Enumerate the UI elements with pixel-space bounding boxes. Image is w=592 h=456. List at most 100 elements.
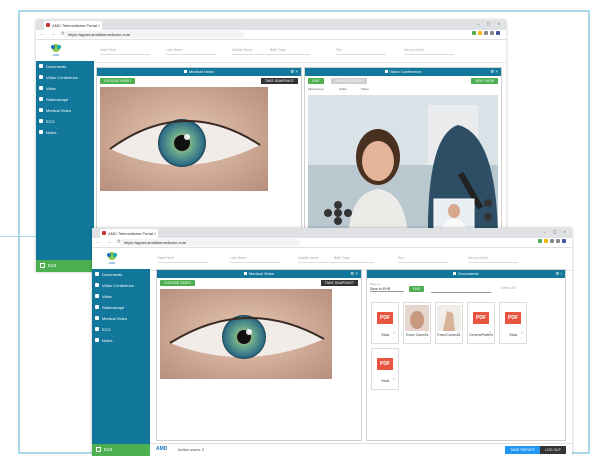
header-field-4[interactable]: Birth Date: [334, 256, 374, 263]
ecg-icon: [95, 327, 99, 331]
medical-video-icon: [39, 108, 43, 112]
panel-title: Medical Video ⚙ ×: [97, 68, 301, 76]
document-item[interactable]: PDF GeneralPattern ✓: [467, 302, 495, 344]
conference-video-feed: [308, 95, 498, 245]
save-to-select[interactable]: Save to EHR: [370, 287, 404, 292]
address-bar: ← → ⟳ https://agnet.amdtelemedicine.com: [92, 238, 572, 248]
document-item[interactable]: PDF Vitals ✓: [499, 302, 527, 344]
header-field-1[interactable]: Date Field: [100, 48, 150, 55]
video-icon: [39, 75, 43, 79]
file-button[interactable]: FILE: [409, 286, 425, 292]
sidebar-item-documents[interactable]: Documents: [36, 61, 94, 72]
favicon-icon: [102, 231, 106, 235]
panel-controls-icon[interactable]: ⚙ ×: [490, 68, 498, 76]
vitals-icon: [95, 294, 99, 298]
window-controls[interactable]: – ▢ ×: [477, 21, 503, 26]
document-item[interactable]: PDF Vitals ✓: [371, 302, 399, 344]
sidebar-item-vitals[interactable]: Vitals: [92, 291, 150, 302]
sidebar-item-vitals[interactable]: Vitals: [36, 83, 94, 94]
toggle-video[interactable]: Video: [361, 87, 369, 91]
sidebar-item-medical-video[interactable]: Medical Video: [92, 313, 150, 324]
footer-logo: AMD: [156, 446, 168, 452]
sidebar-item-documents[interactable]: Documents: [92, 269, 150, 280]
window-controls[interactable]: – ▢ ×: [543, 229, 569, 234]
toggle-audio[interactable]: Audio: [339, 87, 347, 91]
ecg-icon: [39, 119, 43, 123]
panel-controls-icon[interactable]: ⚙ ×: [350, 270, 358, 278]
take-snapshot-button[interactable]: TAKE SNAPSHOT: [260, 78, 298, 84]
take-snapshot-button[interactable]: TAKE SNAPSHOT: [320, 280, 358, 286]
close-icon[interactable]: ×: [98, 21, 100, 30]
sidebar-item-medical-video[interactable]: Medical Video: [36, 105, 94, 116]
share-screen-button[interactable]: SHARE SCREEN: [331, 78, 367, 84]
end-button[interactable]: End: [36, 260, 94, 272]
header-field-6[interactable]: Record Num: [404, 48, 454, 55]
sidebar-item-ecg[interactable]: ECG: [92, 324, 150, 335]
extension-icons[interactable]: [536, 239, 566, 244]
medical-video-panel: Medical Video ⚙ × CHOOSE VIDEO TAKE SNAPS…: [96, 67, 302, 247]
app-logo: AMD: [102, 251, 122, 267]
folder-icon: [453, 272, 457, 276]
check-icon: ✓: [424, 330, 428, 335]
panel-toolbar: CHOOSE VIDEO TAKE SNAPSHOT: [97, 76, 301, 86]
nav-arrows-icon[interactable]: ← → ⟳: [96, 239, 123, 245]
logout-button[interactable]: LOG OUT: [540, 446, 566, 454]
sidebar-item-notes[interactable]: Notes: [92, 335, 150, 346]
nav-arrows-icon[interactable]: ← → ⟳: [40, 31, 67, 37]
close-icon[interactable]: ×: [154, 229, 156, 238]
vitals-icon: [39, 86, 43, 90]
extension-icons[interactable]: [470, 31, 500, 36]
save-report-button[interactable]: SAVE REPORT: [505, 446, 540, 454]
header-field-2[interactable]: Last Name: [230, 256, 280, 263]
browser-tab[interactable]: AMD Telemedicine Portal ×: [44, 21, 102, 30]
video-icon: [95, 283, 99, 287]
sidebar-item-notes[interactable]: Notes: [36, 127, 94, 138]
image-thumbnail: [436, 303, 462, 333]
sidebar-item-video-conference[interactable]: Video Conference: [36, 72, 94, 83]
toggle-microphone[interactable]: Microphone: [308, 87, 324, 91]
url-input[interactable]: https://agnet.amdtelemedicine.com: [64, 31, 244, 38]
panel-controls-icon[interactable]: ⚙ ›: [555, 270, 562, 278]
sidebar-item-stethoscope[interactable]: Stethoscope: [92, 302, 150, 313]
header-field-5[interactable]: Sex: [336, 48, 386, 55]
header-field-2[interactable]: Last Name: [166, 48, 216, 55]
check-icon: ✓: [520, 330, 524, 335]
sidebar-item-ecg[interactable]: ECG: [36, 116, 94, 127]
sidebar-item-video-conference[interactable]: Video Conference: [92, 280, 150, 291]
app-header: AMD Date Field Last Name Middle Name Bir…: [92, 248, 572, 271]
live-button[interactable]: LIVE: [308, 78, 324, 84]
browser-tab[interactable]: AMD Telemedicine Portal ×: [100, 229, 158, 238]
select-all-checkbox[interactable]: Select All: [501, 286, 515, 290]
choose-video-button[interactable]: CHOOSE VIDEO: [160, 280, 196, 286]
stethoscope-icon: [39, 97, 43, 101]
document-item[interactable]: PDF Vitals ✓: [371, 348, 399, 390]
self-view-button[interactable]: SELF VIEW: [471, 78, 498, 84]
medical-video-icon: [95, 316, 99, 320]
pdf-icon: PDF: [473, 312, 489, 324]
url-input[interactable]: https://agnet.amdtelemedicine.com: [120, 239, 300, 246]
panel-controls-icon[interactable]: ⚙ ×: [290, 68, 298, 76]
panel-title: Documents ⚙ ›: [367, 270, 565, 278]
footer: AMD Active users: 2 SAVE REPORT LOG OUT: [150, 443, 572, 456]
tab-bar: AMD Telemedicine Portal × – ▢ ×: [36, 20, 506, 30]
stethoscope-icon: [95, 305, 99, 309]
app-header: AMD Date Field Last Name Middle Name Bir…: [36, 40, 506, 63]
document-item[interactable]: Exam Camera ✓: [403, 302, 431, 344]
file-name-input[interactable]: [431, 287, 491, 293]
medical-video-panel: Medical Video ⚙ × CHOOSE VIDEO TAKE SNAPS…: [156, 269, 362, 441]
header-field-1[interactable]: Date Field: [158, 256, 208, 263]
header-field-5[interactable]: Sex: [398, 256, 448, 263]
end-button[interactable]: End: [92, 444, 150, 456]
end-call-icon: [96, 447, 101, 452]
header-field-4[interactable]: Birth Date: [270, 48, 310, 55]
notes-icon: [39, 130, 43, 134]
choose-video-button[interactable]: CHOOSE VIDEO: [100, 78, 136, 84]
app-logo: AMD: [46, 43, 66, 59]
header-field-6[interactable]: Record Num: [468, 256, 518, 263]
document-item[interactable]: ExamCamera1 ✓: [435, 302, 463, 344]
address-bar: ← → ⟳ https://agnet.amdtelemedicine.com: [36, 30, 506, 40]
notes-icon: [95, 338, 99, 342]
check-icon: ✓: [392, 330, 396, 335]
check-icon: ✓: [392, 376, 396, 381]
sidebar-item-stethoscope[interactable]: Stethoscope: [36, 94, 94, 105]
